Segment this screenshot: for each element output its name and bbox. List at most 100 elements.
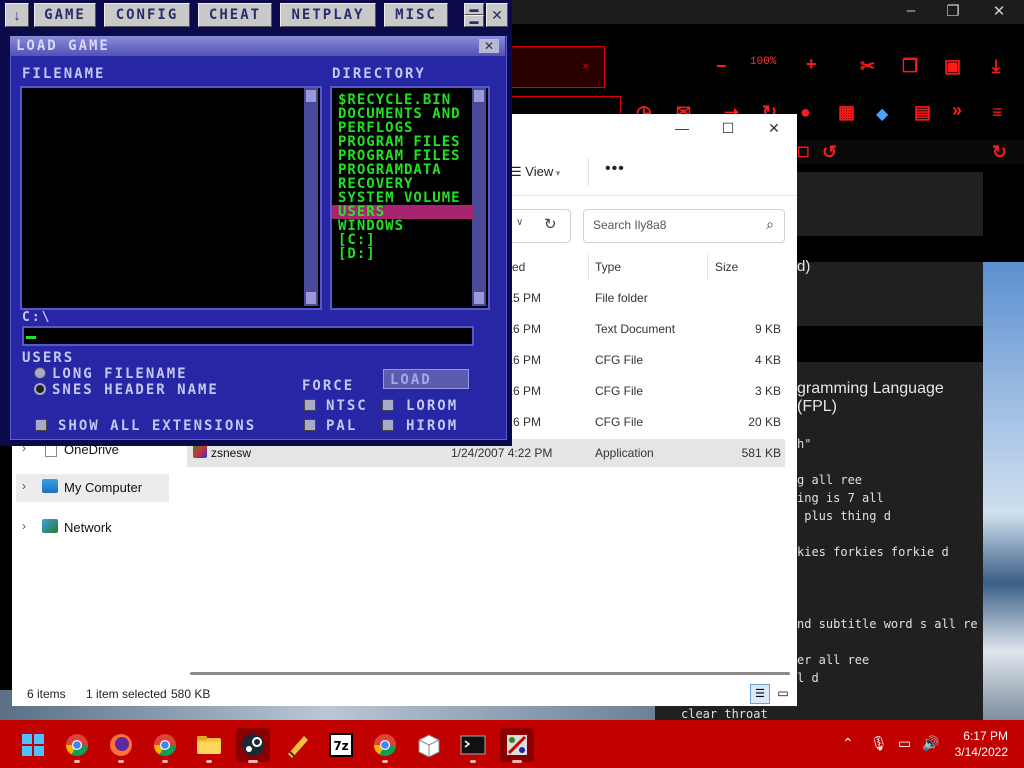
clock[interactable]: 6:17 PM 3/14/2022 [948,728,1008,760]
column-header-date[interactable]: ed [512,260,525,274]
directory-scrollbar[interactable] [472,88,486,306]
load-button[interactable]: LOAD [383,369,469,389]
column-divider[interactable] [588,254,589,280]
explorer-minimize-button[interactable]: — [660,120,704,136]
nav-item-network[interactable]: › Network [12,514,172,542]
directory-item[interactable]: [C:] [338,233,470,247]
explorer-maximize-button[interactable]: ☐ [706,120,750,137]
restore-icon[interactable]: ↺ [822,142,837,163]
microphone-icon[interactable]: 🎙 [870,735,888,752]
pal-checkbox[interactable] [304,419,316,431]
tab-close-icon[interactable]: × [582,59,589,73]
arrow-down-icon[interactable]: ↓ [5,3,29,27]
file-type: CFG File [595,415,643,429]
address-bar[interactable]: ∨ ↻ [512,209,571,243]
extension-icon[interactable]: ● [800,102,811,123]
directory-item[interactable]: PROGRAMDATA [338,163,470,177]
filename-scrollbar[interactable] [304,88,318,306]
steam-icon[interactable] [236,728,270,762]
save-icon[interactable]: ▤ [914,102,931,123]
zoom-in-icon[interactable]: + [806,54,817,75]
scroll-down-icon[interactable] [474,292,484,304]
directory-item[interactable]: PERFLOGS [338,121,470,135]
chrome-icon[interactable] [148,728,182,762]
directory-item[interactable]: PROGRAM FILES [338,135,470,149]
directory-item[interactable]: [D:] [338,247,470,261]
menu-config[interactable]: CONFIG [104,3,190,27]
details-view-icon[interactable]: ☰ [750,684,770,704]
chevron-right-icon[interactable]: › [22,479,26,493]
7zip-icon[interactable]: 7z [324,728,358,762]
browser-maximize-button[interactable]: ❐ [938,2,968,20]
nav-item-my-computer[interactable]: › My Computer [16,474,169,502]
download-icon[interactable]: ⤓ [992,56,1000,77]
chevron-up-icon[interactable]: ⌃ [842,735,854,752]
menu-misc[interactable]: MISC [384,3,448,27]
more-tools-icon[interactable]: » [952,100,962,121]
browser-tab[interactable]: × [512,46,605,88]
app-yellow-icon[interactable] [280,728,314,762]
filename-list[interactable] [20,86,322,310]
directory-item[interactable]: DOCUMENTS AND [338,107,470,121]
refresh-icon[interactable]: ↻ [544,215,557,233]
network-icon[interactable]: ▭ [898,735,911,752]
menu-cheat[interactable]: CHEAT [198,3,272,27]
close-icon[interactable]: ✕ [486,3,508,27]
browser-minimize-button[interactable]: – [896,2,926,19]
radio-long-filename[interactable] [34,367,46,379]
maximize-icon[interactable]: ▬ [464,15,484,27]
chrome-icon[interactable] [60,728,94,762]
column-header-size[interactable]: Size [715,260,738,274]
copy-icon[interactable]: ❐ [902,56,918,77]
directory-item[interactable]: PROGRAM FILES [338,149,470,163]
directory-item[interactable]: WINDOWS [338,219,470,233]
clock-time: 6:17 PM [963,729,1008,743]
dialog-close-icon[interactable]: ✕ [479,39,499,53]
menu-game[interactable]: GAME [34,3,96,27]
window-icon[interactable]: ☐ [797,144,810,161]
code-line: h" [797,437,812,451]
zoom-out-icon[interactable]: − [716,56,727,77]
browser-close-button[interactable]: ✕ [984,2,1014,20]
terminal-icon[interactable] [456,728,490,762]
hirom-checkbox[interactable] [382,419,394,431]
scroll-down-icon[interactable] [306,292,316,304]
search-input[interactable]: Search Ily8a8 ⌕ [583,209,785,243]
file-explorer-icon[interactable] [192,728,226,762]
package-icon[interactable] [412,728,446,762]
scroll-up-icon[interactable] [474,90,484,102]
radio-snes-header[interactable] [34,383,46,395]
column-header-type[interactable]: Type [595,260,621,274]
explorer-close-button[interactable]: ✕ [752,120,796,137]
tiles-view-icon[interactable]: ▭ [774,684,792,702]
chevron-right-icon[interactable]: › [22,519,26,533]
cut-icon[interactable]: ✂ [860,56,875,77]
firefox-icon[interactable] [104,728,138,762]
horizontal-scrollbar[interactable] [190,672,790,675]
minimize-icon[interactable]: ▬ [464,3,484,15]
chrome-icon[interactable] [368,728,402,762]
directory-item[interactable]: SYSTEM VOLUME [338,191,470,205]
show-all-extensions-checkbox[interactable] [35,419,47,431]
directory-item[interactable]: $RECYCLE.BIN [338,93,470,107]
calendar-icon[interactable]: ▦ [838,102,855,123]
lorom-checkbox[interactable] [382,399,394,411]
gem-icon[interactable]: ◆ [876,104,888,124]
scroll-up-icon[interactable] [306,90,316,102]
menu-icon[interactable]: ≡ [992,102,1003,123]
volume-icon[interactable]: 🔊 [922,735,939,752]
filename-input[interactable] [22,326,474,346]
menu-netplay[interactable]: NETPLAY [280,3,376,27]
view-button[interactable]: ☰ View ▾ [510,164,560,180]
selection-size: 580 KB [171,687,211,701]
sync-icon[interactable]: ↻ [992,142,1007,163]
paste-icon[interactable]: ▣ [944,56,961,77]
more-options-button[interactable]: ••• [605,160,625,178]
zsnes-icon[interactable] [500,728,534,762]
windows-start-icon[interactable] [16,728,50,762]
directory-item-selected[interactable]: USERS [332,205,474,219]
ntsc-checkbox[interactable] [304,399,316,411]
directory-item[interactable]: RECOVERY [338,177,470,191]
chevron-down-icon[interactable]: ∨ [516,217,523,228]
column-divider[interactable] [707,254,708,280]
